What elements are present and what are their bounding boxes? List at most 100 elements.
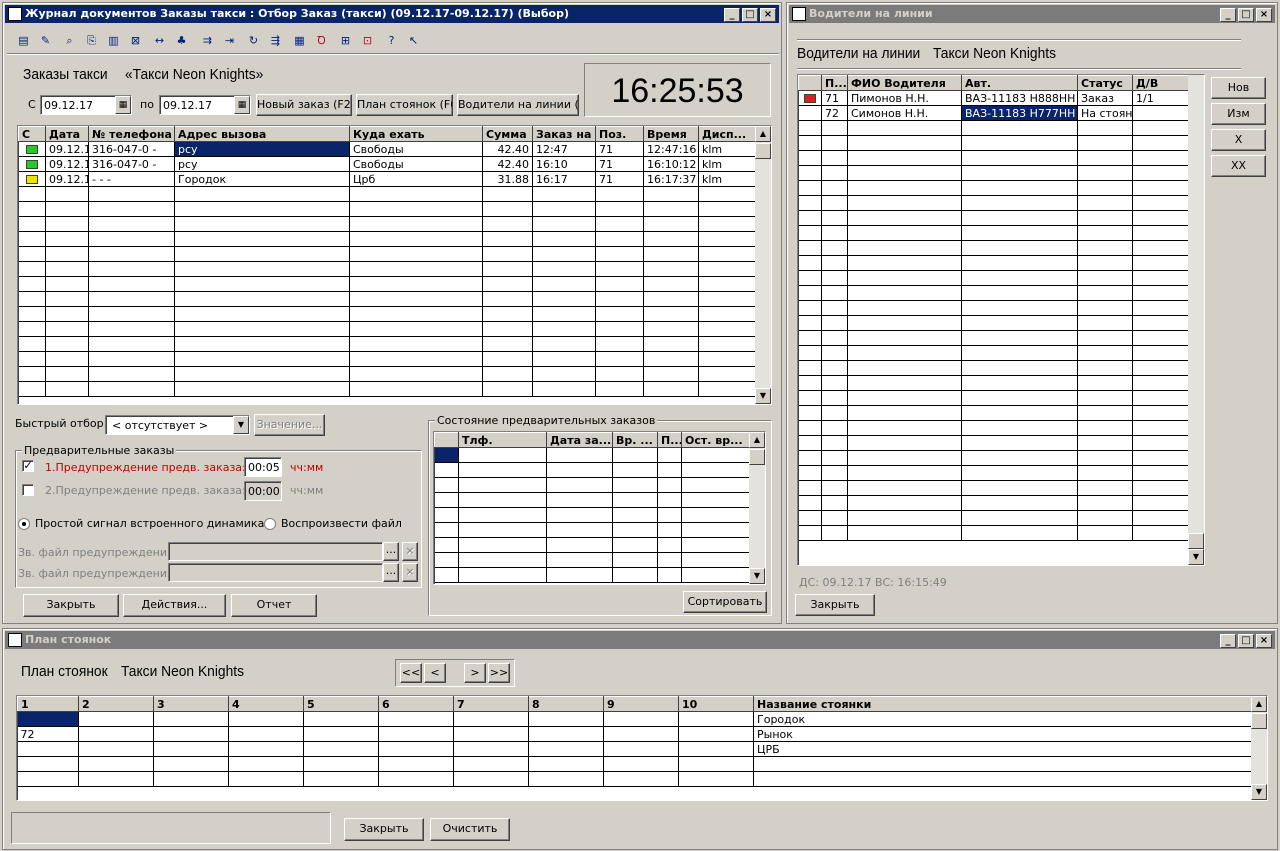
prelim-state-table[interactable]: Тлф. Дата за... Вр. ... П... Ост. вр... ▲ ▼ — [433, 431, 766, 585]
orders-scrollbar[interactable]: ▲ ▼ — [755, 126, 771, 404]
orders-title-bar[interactable]: Журнал документов Заказы такси : Отбор З… — [5, 5, 779, 23]
table-row[interactable] — [18, 291, 756, 307]
table-row[interactable] — [434, 522, 750, 538]
table-row[interactable] — [18, 246, 756, 262]
driver-edit-button[interactable]: Изм — [1211, 103, 1266, 125]
filter-off-icon[interactable]: ⇥ — [221, 32, 238, 49]
close-button[interactable]: × — [1256, 8, 1272, 22]
date-from-field[interactable]: 09.12.17 ▦ — [40, 95, 132, 115]
orders_window.prelim-col-header[interactable]: П... — [657, 432, 682, 448]
parking_window-col-header[interactable]: Название стоянки — [753, 696, 1252, 712]
scroll-up-icon[interactable]: ▲ — [749, 432, 765, 448]
scroll-down-icon[interactable]: ▼ — [1251, 784, 1267, 800]
orders_window-col-header[interactable]: С — [18, 126, 46, 142]
table-row[interactable] — [798, 330, 1189, 346]
orders_window-col-header[interactable]: Время — [643, 126, 699, 142]
minimize-button[interactable]: _ — [1220, 8, 1236, 22]
parking_window-col-header[interactable]: 8 — [528, 696, 604, 712]
unpost-icon[interactable]: Ꝺ — [313, 32, 330, 49]
quick-filter-select[interactable]: < отсутствует > ▼ — [105, 415, 250, 435]
table-row[interactable] — [18, 276, 756, 292]
table-row[interactable] — [18, 231, 756, 247]
drivers-table[interactable]: П... ФИО Водителя Авт. Статус Д/В 71 Пимонов … — [797, 74, 1205, 566]
help-icon[interactable]: ? — [383, 32, 400, 49]
drivers-scrollbar[interactable]: ▼ — [1188, 75, 1204, 565]
orders_window-col-header[interactable]: Заказ на — [532, 126, 596, 142]
table-row[interactable] — [798, 195, 1189, 211]
drivers_window-col-header[interactable]: П... — [821, 75, 848, 91]
table-row[interactable] — [434, 492, 750, 508]
tree-icon[interactable]: ♣ — [173, 32, 190, 49]
drivers-button[interactable]: Водители на линии (F5) — [457, 94, 579, 116]
table-row[interactable] — [798, 300, 1189, 316]
interval-icon[interactable]: ↔ — [151, 32, 168, 49]
table-row[interactable]: 09.12.1 316-047-0 - рсу Свободы 42.40 16:10 71… — [18, 156, 756, 172]
orders_window-col-header[interactable]: Поз. — [595, 126, 644, 142]
table-row[interactable]: 72 Симонов Н.Н. ВАЗ-11183 Н777НН На стоян — [798, 105, 1189, 121]
orders-close-button[interactable]: Закрыть — [23, 594, 119, 617]
parking_window-col-header[interactable]: 2 — [78, 696, 154, 712]
table-row[interactable] — [798, 255, 1189, 271]
radio-simple-signal[interactable] — [18, 518, 30, 530]
table-row[interactable] — [798, 135, 1189, 151]
parking-scrollbar[interactable]: ▲ ▼ — [1251, 696, 1267, 800]
table-row[interactable] — [434, 507, 750, 523]
table-row[interactable] — [798, 150, 1189, 166]
table-row[interactable] — [18, 261, 756, 277]
post-icon[interactable]: ▦ — [291, 32, 308, 49]
filter-icon[interactable]: ⇉ — [199, 32, 216, 49]
driver-remove-button[interactable]: Х — [1211, 129, 1266, 151]
table-row[interactable] — [798, 165, 1189, 181]
drivers_window-col-header[interactable]: ФИО Водителя — [847, 75, 962, 91]
table-row[interactable] — [798, 225, 1189, 241]
parking-plan-button[interactable]: План стоянок (F6) — [356, 94, 453, 116]
nav-prev-button[interactable]: < — [424, 663, 446, 683]
calendar-icon[interactable]: ▦ — [234, 96, 250, 114]
table-row[interactable] — [798, 390, 1189, 406]
parking-title-bar[interactable]: План стоянок _ □ × — [5, 631, 1275, 649]
refresh-icon[interactable]: ↻ — [245, 32, 262, 49]
scroll-down-icon[interactable]: ▼ — [1188, 549, 1204, 565]
scroll-thumb[interactable] — [749, 449, 765, 465]
orders_window-col-header[interactable]: Куда ехать — [349, 126, 483, 142]
table-row[interactable] — [18, 381, 756, 397]
scroll-up-icon[interactable]: ▲ — [755, 126, 771, 142]
sound-file2-field[interactable] — [168, 563, 383, 582]
parking_window-col-header[interactable]: 4 — [228, 696, 304, 712]
scroll-up-icon[interactable]: ▲ — [1251, 696, 1267, 712]
table-row[interactable] — [798, 375, 1189, 391]
driver-new-button[interactable]: Нов — [1211, 77, 1266, 99]
nav-first-button[interactable]: << — [400, 663, 422, 683]
clear-file1-icon[interactable]: × — [402, 542, 418, 561]
table-row[interactable] — [18, 216, 756, 232]
warn2-field[interactable]: 00:00 — [244, 481, 282, 501]
table-row[interactable] — [798, 315, 1189, 331]
scroll-thumb[interactable] — [755, 143, 771, 159]
table-row[interactable] — [434, 447, 750, 463]
table-row[interactable] — [798, 495, 1189, 511]
context-help-icon[interactable]: ↖ — [405, 32, 422, 49]
browse-file1-button[interactable]: ... — [383, 542, 399, 561]
clear-file2-icon[interactable]: × — [402, 563, 418, 582]
parking_window-col-header[interactable]: 3 — [153, 696, 229, 712]
paste-icon[interactable]: ▥ — [105, 32, 122, 49]
scroll-thumb[interactable] — [1251, 713, 1267, 729]
minimize-button[interactable]: _ — [1220, 634, 1236, 648]
orders_window-col-header[interactable]: Дисп... — [698, 126, 756, 142]
warn1-field[interactable]: 00:05 — [244, 457, 282, 477]
orders_window-col-header[interactable]: № телефона — [88, 126, 175, 142]
orders_window-col-header[interactable]: Сумма — [482, 126, 533, 142]
table-row[interactable]: Городок — [17, 711, 1252, 727]
table-row[interactable] — [18, 351, 756, 367]
table-row[interactable] — [798, 120, 1189, 136]
table-row[interactable] — [18, 201, 756, 217]
delete-icon[interactable]: ⊠ — [127, 32, 144, 49]
table-row[interactable] — [798, 405, 1189, 421]
table-row[interactable] — [798, 465, 1189, 481]
drivers-title-bar[interactable]: Водители на линии _ □ × — [789, 5, 1275, 23]
actions-button[interactable]: Действия... — [123, 594, 226, 617]
radio-play-file[interactable] — [264, 518, 276, 530]
table-row[interactable] — [434, 537, 750, 553]
chevron-down-icon[interactable]: ▼ — [233, 416, 249, 434]
table-row[interactable] — [798, 510, 1189, 526]
